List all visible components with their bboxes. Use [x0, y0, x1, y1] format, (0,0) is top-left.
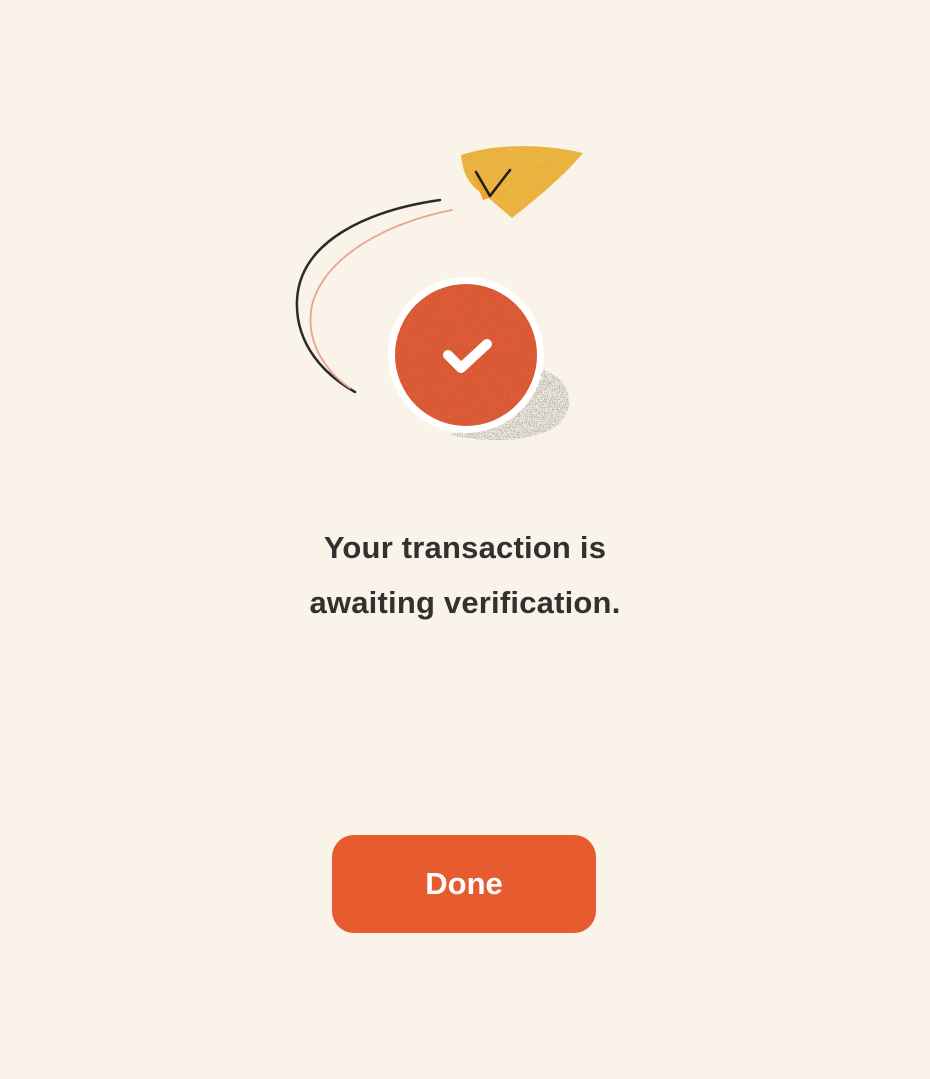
status-message-line-2: awaiting verification.	[309, 585, 621, 620]
status-message-line-1: Your transaction is	[323, 530, 607, 565]
done-button[interactable]: Done	[332, 835, 596, 933]
check-badge	[388, 277, 544, 433]
success-illustration	[280, 130, 610, 460]
paper-plane-icon	[461, 146, 583, 218]
status-message: Your transaction is awaiting verificatio…	[0, 520, 930, 630]
